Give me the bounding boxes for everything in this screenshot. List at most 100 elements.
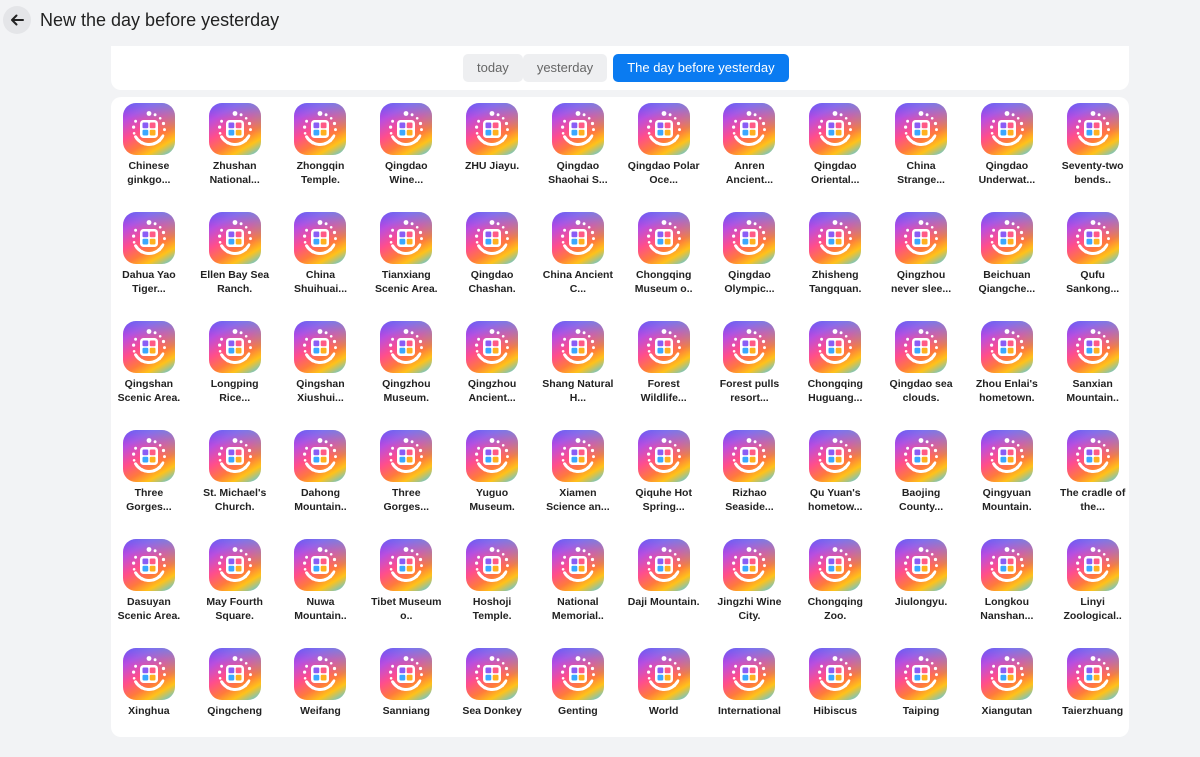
- app-tile[interactable]: Tianxiang Scenic Area.: [363, 212, 449, 321]
- app-name: Xiangutan: [981, 705, 1033, 717]
- app-tile[interactable]: Jiulongyu.: [878, 539, 964, 648]
- app-tile[interactable]: Seventy-two bends..: [1050, 103, 1136, 212]
- app-tile[interactable]: Jingzhi Wine City.: [707, 539, 793, 648]
- app-name: Longping Rice...: [210, 378, 259, 404]
- app-tile[interactable]: ZHU Jiayu.: [449, 103, 535, 212]
- app-name: Tianxiang Scenic Area.: [374, 269, 438, 295]
- app-tile[interactable]: Qu Yuan's hometow...: [792, 430, 878, 539]
- app-tile[interactable]: Sanniang: [363, 648, 449, 757]
- app-tile[interactable]: Qingdao Shaohai S...: [535, 103, 621, 212]
- app-tile[interactable]: Zhisheng Tangquan.: [792, 212, 878, 321]
- app-tile[interactable]: Zhongqin Temple.: [278, 103, 364, 212]
- app-tile[interactable]: Qingzhou never slee...: [878, 212, 964, 321]
- app-name: ZHU Jiayu.: [464, 160, 520, 172]
- app-tile[interactable]: Baojing County...: [878, 430, 964, 539]
- tab-today[interactable]: today: [463, 54, 523, 82]
- app-tile[interactable]: Chongqing Museum o..: [621, 212, 707, 321]
- app-tile[interactable]: Sanxian Mountain..: [1050, 321, 1136, 430]
- back-button[interactable]: [3, 6, 31, 34]
- app-name: Qingdao Olympic...: [724, 269, 775, 295]
- app-tile[interactable]: Beichuan Qiangche...: [964, 212, 1050, 321]
- app-tile[interactable]: Dasuyan Scenic Area.: [106, 539, 192, 648]
- app-tile[interactable]: Qingdao Wine...: [363, 103, 449, 212]
- app-tile[interactable]: Zhushan National...: [192, 103, 278, 212]
- app-tile[interactable]: Qingshan Scenic Area.: [106, 321, 192, 430]
- app-grid: Chinese ginkgo... Zhushan National... Zhon…: [106, 103, 1136, 757]
- app-tile[interactable]: Daji Mountain.: [621, 539, 707, 648]
- app-tile[interactable]: St. Michael's Church.: [192, 430, 278, 539]
- app-tile[interactable]: Sea Donkey: [449, 648, 535, 757]
- app-tile[interactable]: Weifang: [278, 648, 364, 757]
- app-grid-icon: [294, 648, 347, 700]
- app-tile[interactable]: China Shuihuai...: [278, 212, 364, 321]
- app-tile[interactable]: Xinghua: [106, 648, 192, 757]
- app-tile[interactable]: Tibet Museum o..: [363, 539, 449, 648]
- app-tile[interactable]: Longkou Nanshan...: [964, 539, 1050, 648]
- app-tile[interactable]: Chongqing Zoo.: [792, 539, 878, 648]
- app-name: Seventy-two bends..: [1061, 160, 1124, 186]
- app-tile[interactable]: Dahua Yao Tiger...: [106, 212, 192, 321]
- app-tile[interactable]: Three Gorges...: [363, 430, 449, 539]
- app-tile[interactable]: Qingdao Olympic...: [707, 212, 793, 321]
- app-tile[interactable]: Longping Rice...: [192, 321, 278, 430]
- app-tile[interactable]: Qingdao Underwat...: [964, 103, 1050, 212]
- app-tile[interactable]: Qingdao Oriental...: [792, 103, 878, 212]
- app-name: Three Gorges...: [383, 487, 430, 513]
- app-tile[interactable]: Qingdao sea clouds.: [878, 321, 964, 430]
- app-grid-icon: [980, 321, 1033, 373]
- app-name: China Shuihuai...: [293, 269, 348, 295]
- app-tile[interactable]: Forest Wildlife...: [621, 321, 707, 430]
- app-name: Baojing County...: [898, 487, 944, 513]
- app-tile[interactable]: Rizhao Seaside...: [707, 430, 793, 539]
- app-tile[interactable]: Dahong Mountain..: [278, 430, 364, 539]
- app-tile[interactable]: Three Gorges...: [106, 430, 192, 539]
- app-tile[interactable]: Hoshoji Temple.: [449, 539, 535, 648]
- app-tile[interactable]: Yuguo Museum.: [449, 430, 535, 539]
- app-tile[interactable]: World: [621, 648, 707, 757]
- app-tile[interactable]: Forest pulls resort...: [707, 321, 793, 430]
- app-grid-icon: [637, 212, 690, 264]
- app-tile[interactable]: The cradle of the...: [1050, 430, 1136, 539]
- app-tile[interactable]: Taiping: [878, 648, 964, 757]
- app-tile[interactable]: Qingshan Xiushui...: [278, 321, 364, 430]
- app-tile[interactable]: Chongqing Huguang...: [792, 321, 878, 430]
- app-tile[interactable]: China Ancient C...: [535, 212, 621, 321]
- app-tile[interactable]: Chinese ginkgo...: [106, 103, 192, 212]
- app-tile[interactable]: International: [707, 648, 793, 757]
- tab-day-before-yesterday[interactable]: The day before yesterday: [613, 54, 789, 82]
- app-tile[interactable]: National Memorial..: [535, 539, 621, 648]
- app-tile[interactable]: Genting: [535, 648, 621, 757]
- app-tile[interactable]: Qingdao Chashan.: [449, 212, 535, 321]
- app-grid-icon: [294, 212, 347, 264]
- app-name: Chinese ginkgo...: [127, 160, 171, 186]
- app-tile[interactable]: Ellen Bay Sea Ranch.: [192, 212, 278, 321]
- tab-yesterday[interactable]: yesterday: [522, 54, 608, 82]
- app-tile[interactable]: Linyi Zoological..: [1050, 539, 1136, 648]
- app-tile[interactable]: Qingdao Polar Oce...: [621, 103, 707, 212]
- app-tile[interactable]: Hibiscus: [792, 648, 878, 757]
- app-tile[interactable]: Shang Natural H...: [535, 321, 621, 430]
- app-name: Dahua Yao Tiger...: [122, 269, 176, 295]
- app-tile[interactable]: Xiamen Science an...: [535, 430, 621, 539]
- app-name: Sea Donkey: [462, 705, 522, 717]
- app-tile[interactable]: Anren Ancient...: [707, 103, 793, 212]
- app-tile[interactable]: May Fourth Square.: [192, 539, 278, 648]
- app-tile[interactable]: China Strange...: [878, 103, 964, 212]
- app-name: Ellen Bay Sea Ranch.: [200, 269, 270, 295]
- app-tile[interactable]: Nuwa Mountain..: [278, 539, 364, 648]
- app-tile[interactable]: Qingzhou Museum.: [363, 321, 449, 430]
- app-grid-icon: [980, 648, 1033, 700]
- app-tile[interactable]: Zhou Enlai's hometown.: [964, 321, 1050, 430]
- app-tile[interactable]: Xiangutan: [964, 648, 1050, 757]
- app-tile[interactable]: Qingyuan Mountain.: [964, 430, 1050, 539]
- app-grid-icon: [723, 648, 776, 700]
- app-name: International: [717, 705, 781, 717]
- app-name: Chongqing Museum o..: [634, 269, 693, 295]
- app-tile[interactable]: Qiquhe Hot Spring...: [621, 430, 707, 539]
- app-tile[interactable]: Qingcheng: [192, 648, 278, 757]
- app-grid-icon: [466, 321, 519, 373]
- app-name: National Memorial..: [551, 596, 604, 622]
- app-tile[interactable]: Taierzhuang: [1050, 648, 1136, 757]
- app-tile[interactable]: Qufu Sankong...: [1050, 212, 1136, 321]
- app-tile[interactable]: Qingzhou Ancient...: [449, 321, 535, 430]
